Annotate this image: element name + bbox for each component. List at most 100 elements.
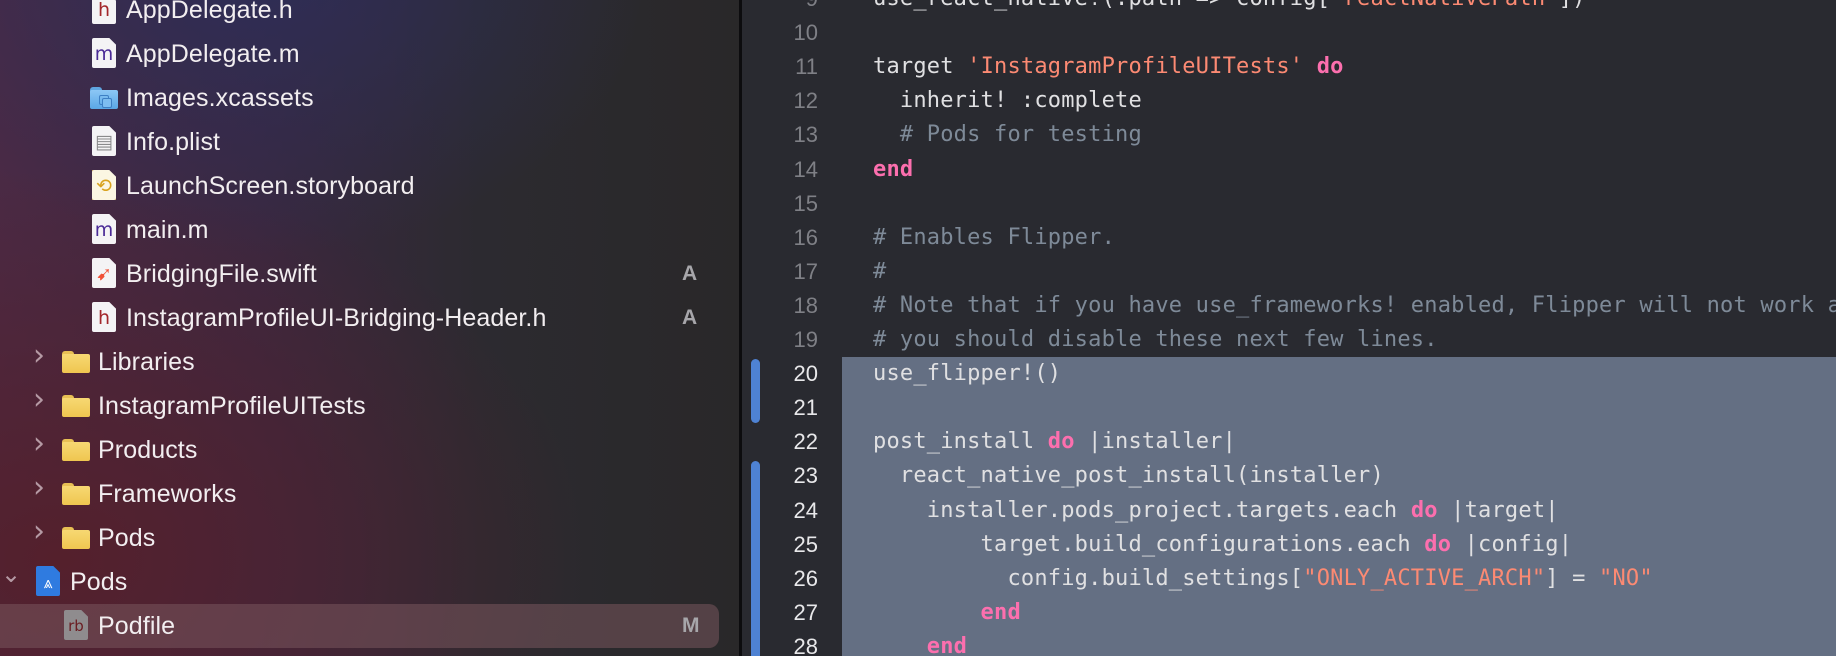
code-token-string: "reactNativePath" bbox=[1330, 0, 1559, 11]
navigator-item[interactable]: ➹ BridgingFile.swift A bbox=[0, 252, 740, 296]
chevron-right-icon[interactable]: › bbox=[24, 338, 54, 373]
navigator-item[interactable]: ▤ Info.plist bbox=[0, 120, 740, 164]
code-token-plain: installer.pods_project.targets.each bbox=[873, 497, 1411, 523]
navigator-item-label: LaunchScreen.storyboard bbox=[126, 171, 415, 200]
chevron-down-icon[interactable]: ⌄ bbox=[0, 560, 26, 588]
code-token-keyword: end bbox=[873, 156, 914, 182]
code-line[interactable]: 21 bbox=[742, 391, 1836, 425]
line-number[interactable]: 15 bbox=[742, 187, 818, 221]
line-number[interactable]: 18 bbox=[742, 289, 818, 323]
navigator-item-label: Podfile bbox=[98, 611, 176, 640]
navigator-item[interactable]: rb Podfile M bbox=[0, 604, 740, 648]
code-line[interactable]: 14 end bbox=[742, 153, 1836, 187]
code-line[interactable]: 9 use_react_native!(:path => config["reac… bbox=[742, 0, 1836, 16]
code-line[interactable]: 18 # Note that if you have use_frameworks… bbox=[742, 289, 1836, 323]
line-number[interactable]: 24 bbox=[742, 494, 818, 528]
navigator-item[interactable]: h AppDelegate.h bbox=[0, 0, 740, 32]
folder-icon bbox=[62, 390, 90, 422]
code-line[interactable]: 24 installer.pods_project.targets.each d… bbox=[742, 494, 1836, 528]
swift-file-icon: ➹ bbox=[90, 258, 118, 290]
navigator-item[interactable]: h InstagramProfileUI-Bridging-Header.h A bbox=[0, 296, 740, 340]
code-line[interactable]: 13 # Pods for testing bbox=[742, 118, 1836, 152]
line-number[interactable]: 21 bbox=[742, 391, 818, 425]
navigator-item[interactable]: m AppDelegate.m bbox=[0, 32, 740, 76]
code-line[interactable]: 15 bbox=[742, 187, 1836, 221]
navigator-item[interactable]: › Pods bbox=[0, 514, 740, 560]
code-token-comment: # bbox=[873, 258, 887, 284]
line-number[interactable]: 11 bbox=[742, 50, 818, 84]
code-token-string: 'InstagramProfileUITests' bbox=[967, 54, 1304, 80]
source-editor[interactable]: 9 use_react_native!(:path => config["reac… bbox=[742, 0, 1836, 656]
code-line[interactable]: 19 # you should disable these next few li… bbox=[742, 323, 1836, 357]
line-number[interactable]: 28 bbox=[742, 630, 818, 656]
line-number[interactable]: 9 bbox=[742, 0, 818, 16]
ruby-file-icon: rb bbox=[62, 610, 90, 642]
line-number[interactable]: 12 bbox=[742, 84, 818, 118]
navigator-item-label: AppDelegate.h bbox=[126, 0, 293, 24]
project-navigator: h AppDelegate.h m AppDelegate.m Images.xcass… bbox=[0, 0, 740, 656]
navigator-item-label: AppDelegate.m bbox=[126, 39, 300, 68]
code-text: end bbox=[873, 596, 1021, 630]
code-line[interactable]: 10 bbox=[742, 16, 1836, 50]
code-line[interactable]: 27 end bbox=[742, 596, 1836, 630]
folder-icon bbox=[62, 346, 90, 378]
folder-icon bbox=[62, 434, 90, 466]
code-line[interactable]: 28 end bbox=[742, 630, 1836, 656]
code-token-plain: config.build_settings[ bbox=[873, 565, 1304, 591]
code-token-plain: use_react_native!(:path => config[ bbox=[873, 0, 1330, 11]
navigator-item[interactable]: m main.m bbox=[0, 208, 740, 252]
code-line[interactable]: 23 react_native_post_install(installer) bbox=[742, 459, 1836, 493]
line-number[interactable]: 23 bbox=[742, 459, 818, 493]
navigator-item[interactable]: › Frameworks bbox=[0, 470, 740, 516]
code-line[interactable]: 16 # Enables Flipper. bbox=[742, 221, 1836, 255]
navigator-item[interactable]: ⌄ ⩓ Pods bbox=[0, 560, 740, 604]
code-token-plain: |installer| bbox=[1074, 429, 1237, 455]
line-number[interactable]: 14 bbox=[742, 153, 818, 187]
navigator-item-label: InstagramProfileUI-Bridging-Header.h bbox=[126, 303, 547, 332]
chevron-right-icon[interactable]: › bbox=[24, 426, 54, 461]
navigator-item[interactable]: ⟲ LaunchScreen.storyboard bbox=[0, 164, 740, 208]
code-line[interactable]: 20 use_flipper!() bbox=[742, 357, 1836, 391]
line-number[interactable]: 13 bbox=[742, 118, 818, 152]
line-number[interactable]: 19 bbox=[742, 323, 818, 357]
code-line[interactable]: 11 target 'InstagramProfileUITests' do bbox=[742, 50, 1836, 84]
code-line[interactable]: 17 # bbox=[742, 255, 1836, 289]
line-number[interactable]: 16 bbox=[742, 221, 818, 255]
line-number[interactable]: 26 bbox=[742, 562, 818, 596]
line-number[interactable]: 20 bbox=[742, 357, 818, 391]
code-line[interactable]: 26 config.build_settings["ONLY_ACTIVE_AR… bbox=[742, 562, 1836, 596]
code-token-comment: # Enables Flipper. bbox=[873, 224, 1116, 250]
chevron-right-icon[interactable]: › bbox=[24, 514, 54, 549]
code-token-keyword: do bbox=[1047, 429, 1075, 455]
navigator-item-label: main.m bbox=[126, 215, 209, 244]
code-token-plain: target bbox=[873, 54, 968, 80]
chevron-right-icon[interactable]: › bbox=[24, 382, 54, 417]
code-line[interactable]: 25 target.build_configurations.each do |… bbox=[742, 528, 1836, 562]
line-number[interactable]: 10 bbox=[742, 16, 818, 50]
navigator-item-label: Images.xcassets bbox=[126, 83, 314, 112]
line-number[interactable]: 17 bbox=[742, 255, 818, 289]
code-text: # Pods for testing bbox=[873, 118, 1142, 152]
line-number[interactable]: 27 bbox=[742, 596, 818, 630]
code-token-keyword: do bbox=[1410, 497, 1438, 523]
code-token-keyword: do bbox=[1316, 54, 1344, 80]
xcode-project-icon: ⩓ bbox=[34, 566, 62, 598]
line-number[interactable]: 22 bbox=[742, 425, 818, 459]
code-token-comment: # Pods for testing bbox=[873, 122, 1142, 148]
navigator-item[interactable]: › InstagramProfileUITests bbox=[0, 382, 740, 428]
navigator-item-label: Pods bbox=[70, 567, 128, 596]
navigator-item[interactable]: Images.xcassets bbox=[0, 76, 740, 120]
navigator-item-label: Pods bbox=[98, 523, 156, 552]
chevron-right-icon[interactable]: › bbox=[24, 470, 54, 505]
navigator-item[interactable]: › Products bbox=[0, 426, 740, 472]
line-number[interactable]: 25 bbox=[742, 528, 818, 562]
plist-file-icon: ▤ bbox=[90, 126, 118, 158]
code-token-keyword: end bbox=[873, 633, 968, 656]
code-token-plain: inherit! :complete bbox=[873, 88, 1142, 114]
code-token-string: "NO" bbox=[1599, 565, 1653, 591]
code-line[interactable]: 22 post_install do |installer| bbox=[742, 425, 1836, 459]
code-line[interactable]: 12 inherit! :complete bbox=[742, 84, 1836, 118]
navigator-item[interactable]: › Libraries bbox=[0, 338, 740, 384]
navigator-item-label: BridgingFile.swift bbox=[126, 259, 317, 288]
code-text: # you should disable these next few line… bbox=[873, 323, 1438, 357]
